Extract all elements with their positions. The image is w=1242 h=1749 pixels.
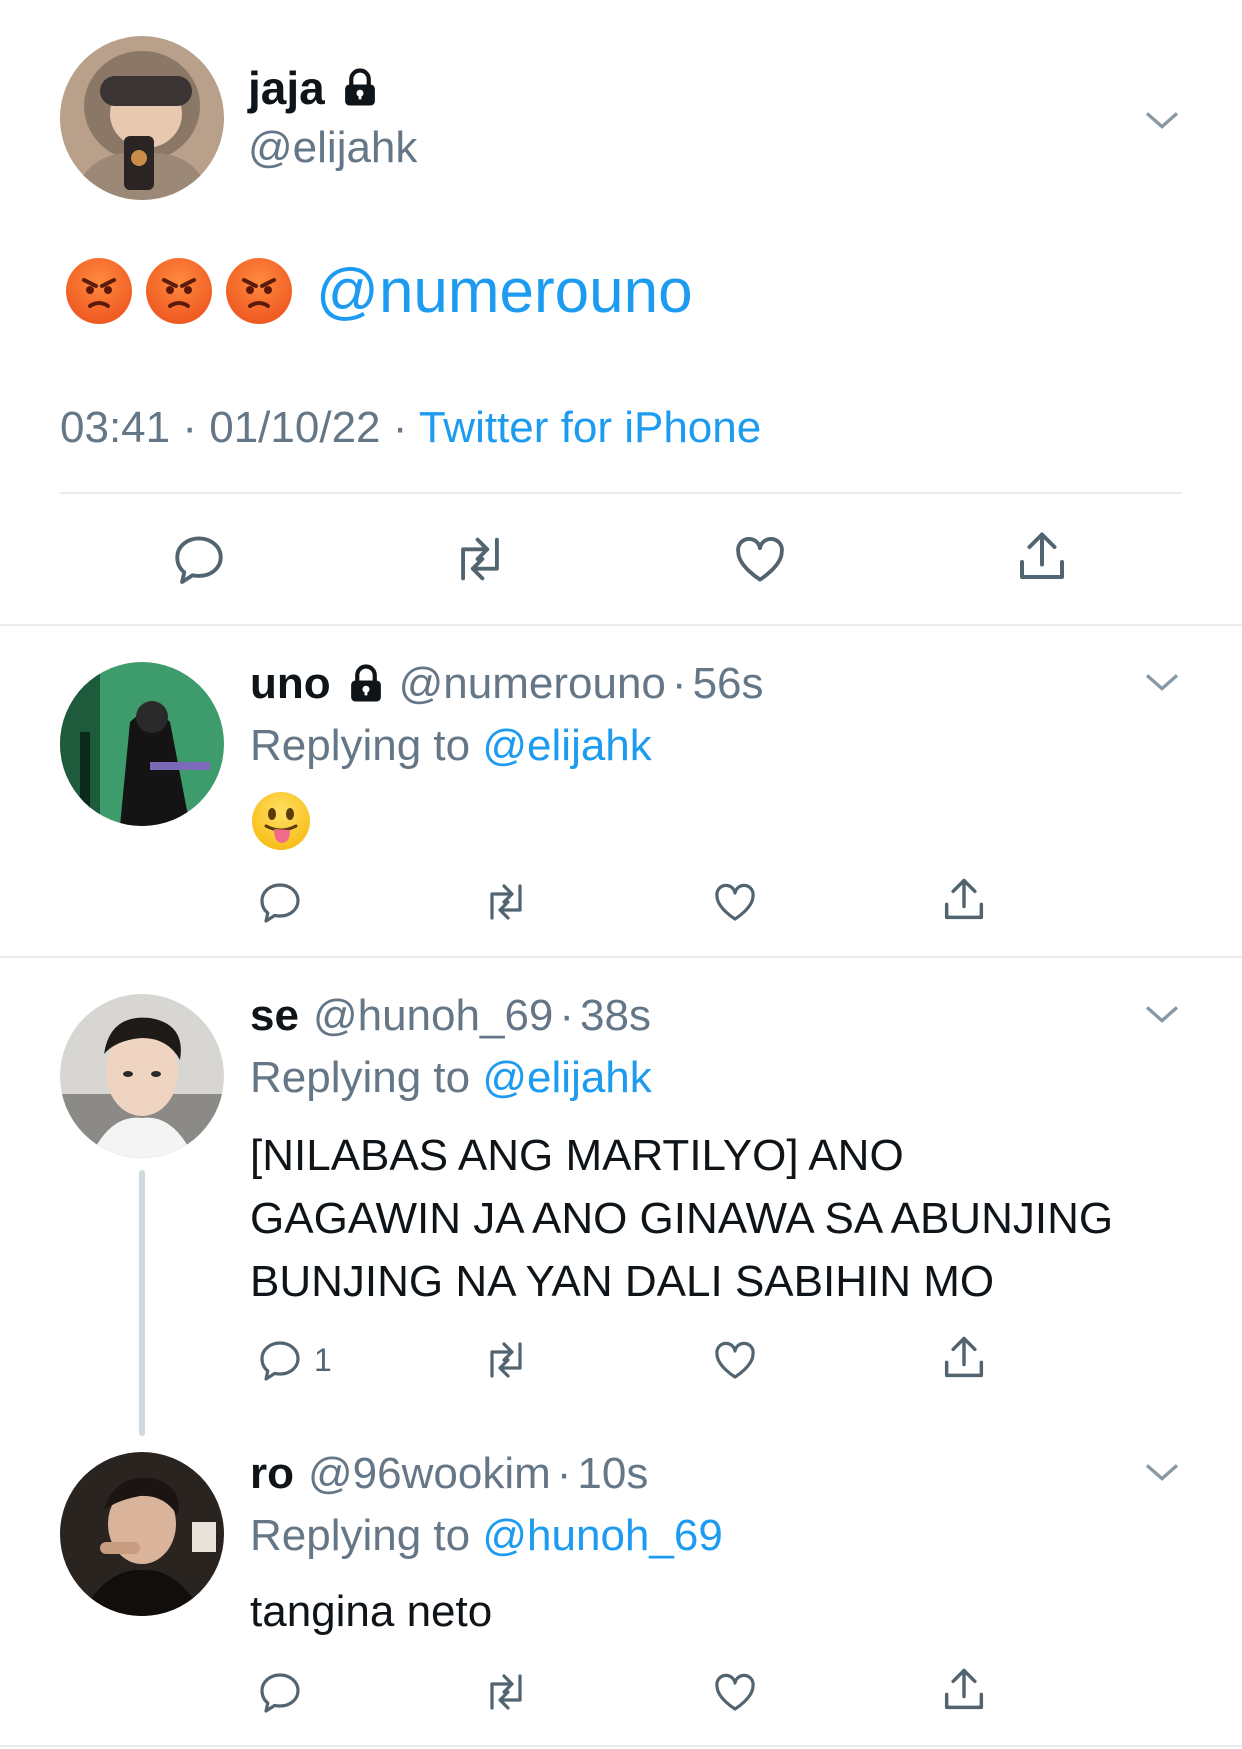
share-icon[interactable] xyxy=(938,1332,990,1384)
reply-count: 1 xyxy=(314,1341,332,1378)
handle[interactable]: @hunoh_69 xyxy=(313,988,553,1044)
share-icon[interactable] xyxy=(1012,526,1072,588)
separator: · xyxy=(671,659,687,708)
avatar-uno[interactable] xyxy=(60,662,224,826)
timestamp[interactable]: 10s xyxy=(577,1446,648,1502)
chevron-down-icon[interactable] xyxy=(1142,1452,1182,1492)
tweet-text-line: BUNJING NA YAN DALI SABIHIN MO xyxy=(250,1257,995,1306)
separator: · xyxy=(392,403,408,452)
face-with-tongue-emoji xyxy=(252,792,310,850)
angry-face-emoji xyxy=(66,258,132,324)
reply-icon xyxy=(256,878,304,926)
separator: · xyxy=(559,991,575,1040)
like-icon[interactable] xyxy=(710,1336,760,1384)
share-icon[interactable] xyxy=(938,874,990,926)
divider xyxy=(0,624,1242,626)
angry-face-emoji xyxy=(146,258,212,324)
tweet-text: @numerouno xyxy=(66,256,693,326)
like-icon[interactable] xyxy=(710,1668,760,1716)
retweet-icon[interactable] xyxy=(478,878,534,926)
thread-line xyxy=(139,1170,145,1436)
display-name[interactable]: uno xyxy=(250,656,331,712)
timestamp[interactable]: 56s xyxy=(693,656,764,712)
reply-button[interactable] xyxy=(256,878,304,926)
avatar-jaja[interactable] xyxy=(60,36,224,200)
display-name[interactable]: se xyxy=(250,988,299,1044)
separator: · xyxy=(556,1449,572,1498)
share-icon[interactable] xyxy=(938,1664,990,1716)
tweet-text-line: [NILABAS ANG MARTILYO] ANO xyxy=(250,1131,904,1180)
reply-icon[interactable] xyxy=(170,530,228,588)
timestamp[interactable]: 38s xyxy=(580,988,651,1044)
reply-icon xyxy=(256,1336,304,1384)
replying-to-link[interactable]: @elijahk xyxy=(482,721,651,770)
reply-icon xyxy=(256,1668,304,1716)
display-name[interactable]: jaja xyxy=(248,60,325,116)
divider xyxy=(60,492,1182,494)
angry-face-emoji xyxy=(226,258,292,324)
tweet-text: tangina neto xyxy=(250,1587,493,1636)
retweet-icon[interactable] xyxy=(478,1336,534,1384)
chevron-down-icon[interactable] xyxy=(1142,994,1182,1034)
display-name[interactable]: ro xyxy=(250,1446,294,1502)
retweet-icon[interactable] xyxy=(478,1668,534,1716)
separator: · xyxy=(182,403,197,452)
source-link[interactable]: Twitter for iPhone xyxy=(419,403,761,452)
mention-link[interactable]: @numerouno xyxy=(316,256,693,327)
handle[interactable]: @elijahk xyxy=(248,120,417,176)
replying-to-link[interactable]: @elijahk xyxy=(482,1053,651,1102)
chevron-down-icon[interactable] xyxy=(1142,662,1182,702)
replying-label: Replying to xyxy=(250,1511,471,1560)
reply-button[interactable]: 1 xyxy=(256,1336,332,1384)
avatar-se[interactable] xyxy=(60,994,224,1158)
tweet-time: 03:41 xyxy=(60,403,171,452)
handle[interactable]: @numerouno xyxy=(399,656,666,712)
retweet-icon[interactable] xyxy=(448,530,512,588)
divider xyxy=(0,1745,1242,1747)
chevron-down-icon[interactable] xyxy=(1142,100,1182,140)
divider xyxy=(0,956,1242,958)
avatar-ro[interactable] xyxy=(60,1452,224,1616)
tweet-text-line: GAGAWIN JA ANO GINAWA SA ABUNJING xyxy=(250,1194,1114,1243)
tweet-text: [NILABAS ANG MARTILYO] ANO GAGAWIN JA AN… xyxy=(250,1124,1113,1313)
replying-to-link[interactable]: @hunoh_69 xyxy=(482,1511,722,1560)
replying-label: Replying to xyxy=(250,1053,471,1102)
reply-button[interactable] xyxy=(256,1668,304,1716)
like-icon[interactable] xyxy=(710,878,760,926)
tweet-meta: 03:41 · 01/10/22 · Twitter for iPhone xyxy=(60,400,761,456)
like-icon[interactable] xyxy=(730,530,790,588)
lock-icon xyxy=(339,67,381,109)
tweet-date: 01/10/22 xyxy=(209,403,381,452)
replying-label: Replying to xyxy=(250,721,471,770)
lock-icon xyxy=(345,663,387,705)
handle[interactable]: @96wookim xyxy=(308,1446,551,1502)
